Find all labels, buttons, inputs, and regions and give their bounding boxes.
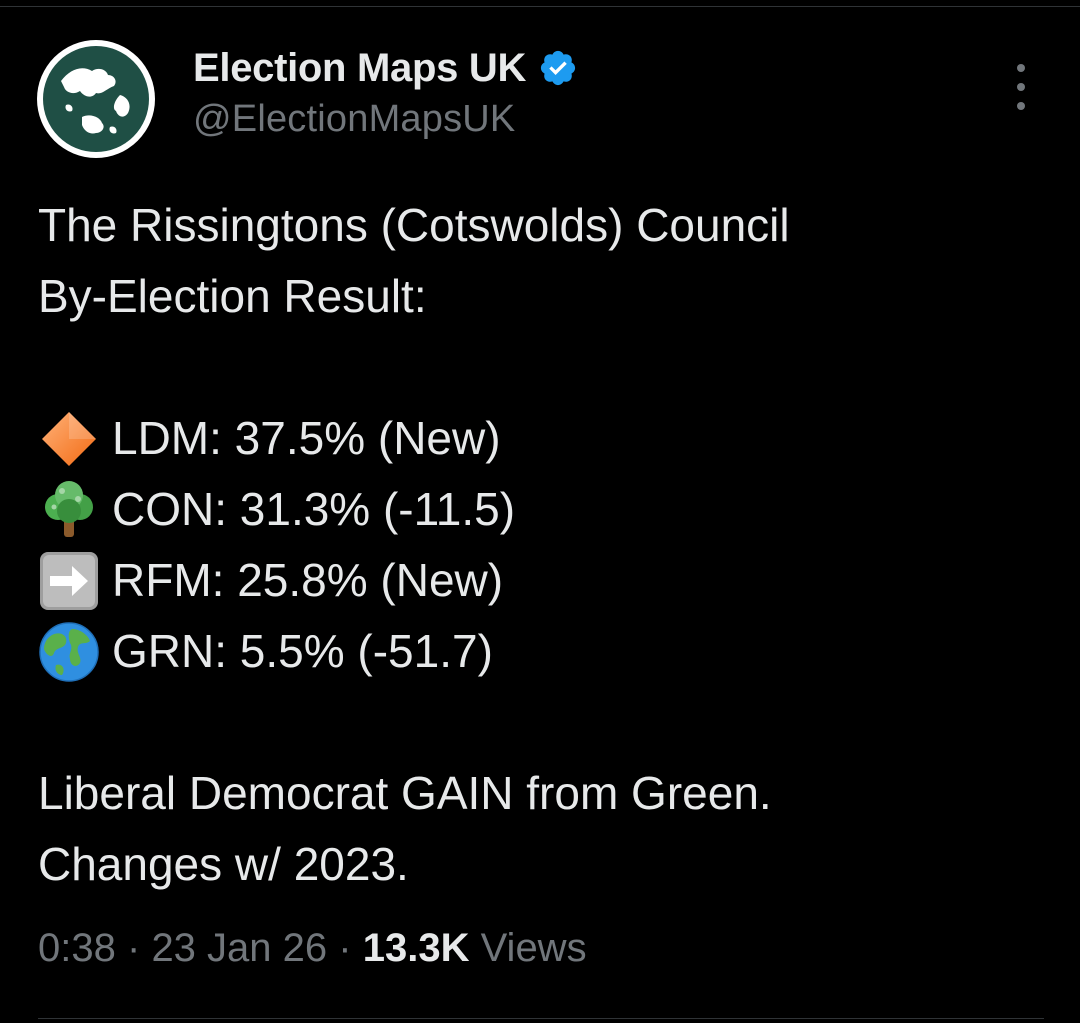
result-text-rfm: RFM: 25.8% (New) — [112, 554, 504, 606]
footer-line-1: Liberal Democrat GAIN from Green. — [38, 767, 772, 819]
result-text-ldm: LDM: 37.5% (New) — [112, 412, 501, 464]
result-row-con: CON: 31.3% (-11.5) — [38, 474, 1048, 545]
tweet-date[interactable]: 23 Jan 26 — [151, 926, 327, 970]
title-line-2: By-Election Result: — [38, 270, 427, 322]
bottom-divider — [38, 1018, 1044, 1019]
tweet-time[interactable]: 0:38 — [38, 926, 116, 970]
top-divider — [0, 6, 1080, 7]
result-row-ldm: LDM: 37.5% (New) — [38, 403, 1048, 474]
result-row-rfm: RFM: 25.8% (New) — [38, 545, 1048, 616]
tweet-header: Election Maps UK @ElectionMapsUK — [193, 44, 578, 141]
globe-icon — [39, 621, 99, 682]
right-arrow-icon — [40, 551, 98, 610]
more-options-button[interactable] — [1004, 64, 1038, 110]
more-dot — [1017, 102, 1025, 110]
author-name-row: Election Maps UK — [193, 44, 578, 92]
result-row-grn: GRN: 5.5% (-51.7) — [38, 616, 1048, 687]
footer-line-2: Changes w/ 2023. — [38, 838, 409, 890]
orange-diamond-icon — [42, 411, 96, 466]
author-handle[interactable]: @ElectionMapsUK — [193, 98, 578, 141]
meta-separator: · — [338, 926, 352, 970]
result-text-con: CON: 31.3% (-11.5) — [112, 483, 516, 535]
views-label[interactable]: Views — [481, 926, 587, 970]
title-line-1: The Rissingtons (Cotswolds) Council — [38, 199, 790, 251]
meta-separator: · — [126, 926, 141, 970]
author-display-name[interactable]: Election Maps UK — [193, 46, 526, 91]
avatar[interactable] — [36, 39, 156, 159]
tweet-text: The Rissingtons (Cotswolds) Council By-E… — [38, 190, 1048, 900]
result-text-grn: GRN: 5.5% (-51.7) — [112, 625, 493, 677]
tree-icon — [45, 480, 93, 537]
views-count[interactable]: 13.3K — [363, 926, 470, 970]
verified-badge-icon[interactable] — [538, 48, 578, 88]
more-vertical-icon — [1017, 64, 1025, 72]
tweet-meta: 0:38 · 23 Jan 26 · 13.3K Views — [38, 926, 587, 971]
more-dot — [1017, 83, 1025, 91]
